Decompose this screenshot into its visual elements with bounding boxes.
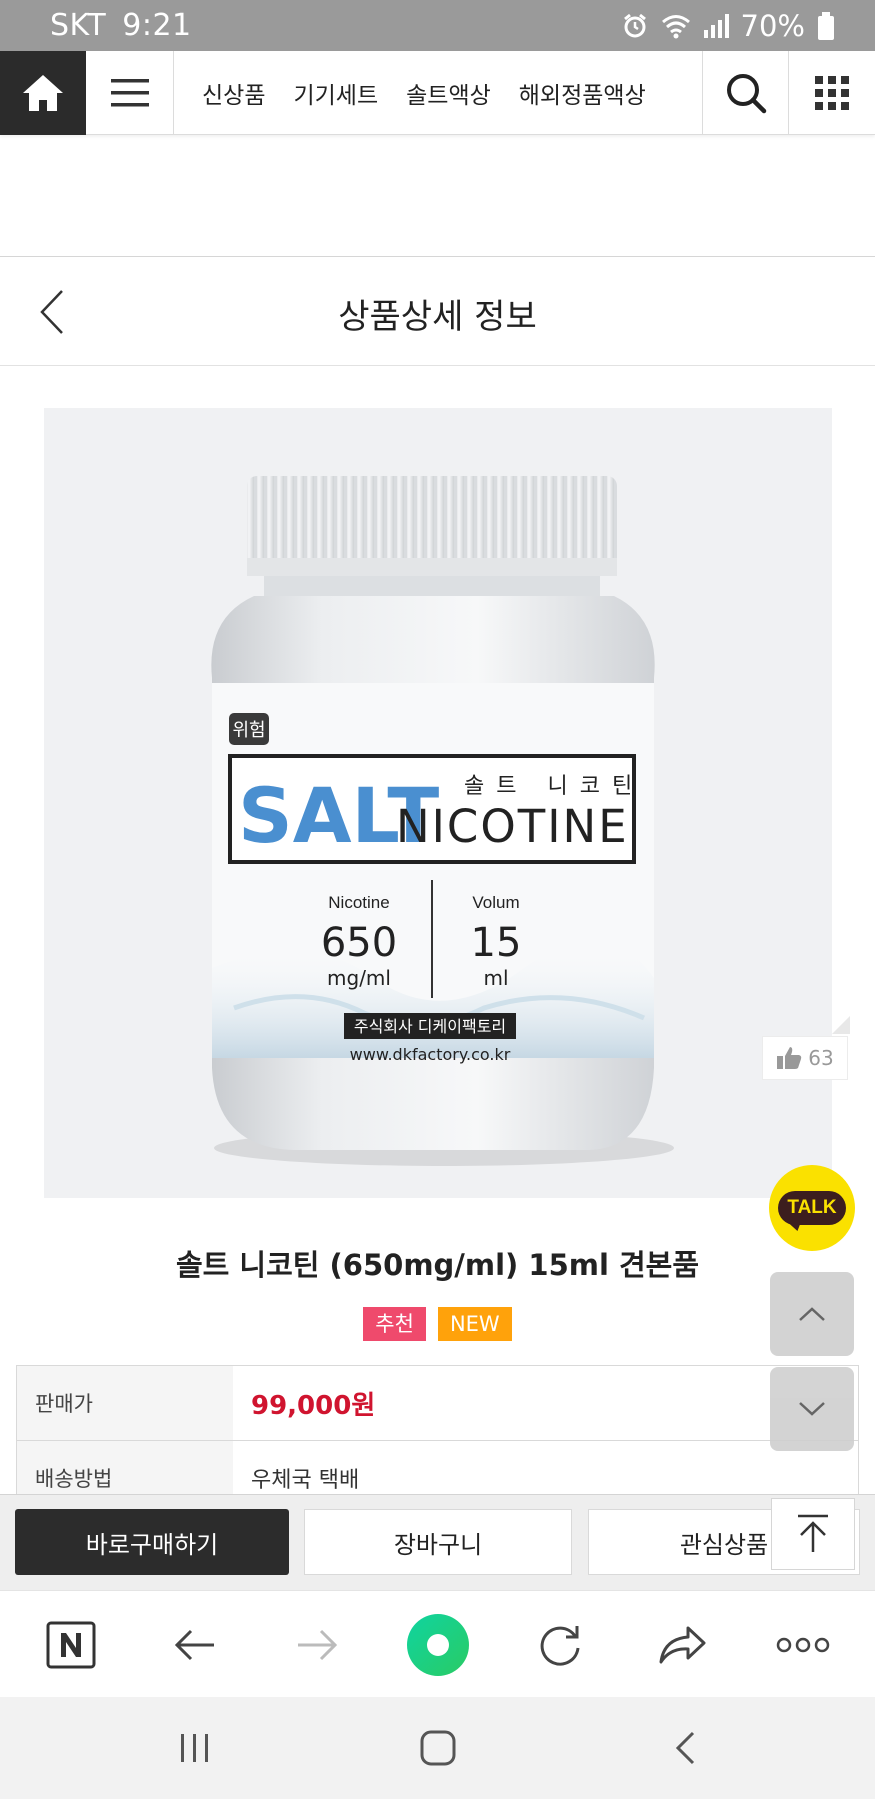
carrier-label: SKT — [50, 8, 107, 43]
spec-right-label: Volum — [472, 893, 519, 912]
more-button[interactable] — [758, 1591, 848, 1698]
nav-item-salt-liquid[interactable]: 솔트액상 — [406, 76, 491, 110]
spec-left-value: 650 — [321, 920, 397, 966]
spec-left-unit: mg/ml — [327, 966, 391, 990]
search-button[interactable] — [702, 51, 788, 135]
clock: 9:21 — [122, 8, 192, 43]
back-chevron-icon — [675, 1731, 695, 1765]
back-system-button[interactable] — [640, 1697, 730, 1799]
more-icon — [776, 1637, 830, 1652]
like-button[interactable]: 63 — [762, 1036, 848, 1080]
browser-forward-button[interactable] — [272, 1591, 362, 1698]
forward-arrow-icon — [298, 1629, 338, 1660]
home-square-icon — [420, 1730, 456, 1766]
scroll-to-top-button[interactable] — [771, 1498, 855, 1570]
naver-n-icon — [46, 1621, 96, 1668]
kakao-talk-button[interactable]: TALK — [769, 1165, 855, 1251]
add-to-cart-button[interactable]: 장바구니 — [304, 1509, 572, 1575]
refresh-icon — [540, 1625, 580, 1666]
brand-korean: 솔트 니코틴 — [464, 774, 644, 799]
page-header: 상품상세 정보 — [0, 256, 875, 366]
battery-icon — [818, 12, 834, 40]
badge-recommend: 추천 — [363, 1307, 426, 1341]
product-bottle-illustration: 위험 SALT 솔트 니코틴 NICOTINE Nicotine 650 mg/… — [211, 476, 674, 1166]
browser-toolbar — [0, 1590, 875, 1697]
price-value: 99,000원 — [251, 1390, 376, 1421]
grid-icon — [815, 76, 849, 110]
purchase-action-bar: 바로구매하기 장바구니 관심상품 — [0, 1494, 875, 1590]
green-dot-button[interactable] — [393, 1591, 483, 1698]
talk-icon: TALK — [778, 1191, 846, 1225]
home-icon — [23, 75, 63, 111]
page-title: 상품상세 정보 — [338, 297, 537, 337]
spec-left-label: Nicotine — [328, 893, 389, 912]
status-carrier-time: SKT 9:21 — [50, 8, 192, 43]
recent-apps-button[interactable] — [150, 1697, 240, 1799]
price-label: 판매가 — [17, 1366, 233, 1440]
recent-apps-icon — [181, 1734, 208, 1762]
top-nav: 신상품 기기세트 솔트액상 해외정품액상 — [0, 51, 875, 135]
buy-now-button[interactable]: 바로구매하기 — [15, 1509, 289, 1575]
menu-button[interactable] — [86, 51, 174, 135]
product-image[interactable]: 위험 SALT 솔트 니코틴 NICOTINE Nicotine 650 mg/… — [44, 408, 832, 1198]
scroll-down-button[interactable] — [770, 1367, 854, 1451]
thumbs-up-icon — [777, 1047, 802, 1069]
share-button[interactable] — [637, 1591, 727, 1698]
badge-new: NEW — [437, 1307, 512, 1341]
refresh-button[interactable] — [515, 1591, 605, 1698]
back-arrow-icon — [174, 1629, 214, 1660]
scroll-up-button[interactable] — [770, 1272, 854, 1356]
arrow-to-top-icon — [798, 1514, 828, 1552]
status-icons: 70% — [621, 9, 835, 43]
category-nav: 신상품 기기세트 솔트액상 해외정품액상 — [174, 51, 702, 135]
nav-item-device-set[interactable]: 기기세트 — [293, 76, 378, 110]
company-label: 주식회사 디케이팩토리 — [354, 1017, 506, 1036]
naver-home-button[interactable] — [26, 1591, 116, 1698]
chevron-down-icon — [799, 1402, 825, 1416]
signal-icon — [703, 14, 729, 38]
price-value-cell: 99,000원 — [233, 1366, 858, 1440]
product-badges: 추천 NEW — [0, 1307, 875, 1341]
hazard-label: 위험 — [232, 720, 265, 741]
alarm-icon — [623, 13, 646, 38]
all-categories-button[interactable] — [788, 51, 875, 135]
home-system-button[interactable] — [393, 1697, 483, 1799]
wifi-icon — [661, 15, 690, 39]
like-count: 63 — [808, 1046, 834, 1070]
nav-item-new-products[interactable]: 신상품 — [202, 76, 265, 110]
search-icon — [726, 74, 766, 114]
like-corner-decoration — [832, 1016, 850, 1034]
status-bar: SKT 9:21 70% — [0, 0, 875, 51]
chevron-up-icon — [799, 1307, 825, 1321]
product-name: 솔트 니코틴 (650mg/ml) 15ml 견본품 — [175, 1248, 700, 1282]
brand-nicotine: NICOTINE — [396, 800, 629, 853]
battery-percent: 70% — [740, 9, 805, 43]
website-label: www.dkfactory.co.kr — [350, 1045, 511, 1064]
nav-item-overseas-liquid[interactable]: 해외정품액상 — [519, 76, 646, 110]
home-button[interactable] — [0, 51, 86, 135]
table-row: 판매가 99,000원 — [17, 1366, 858, 1441]
hamburger-menu-icon — [110, 79, 149, 107]
spec-right-value: 15 — [471, 920, 522, 966]
spec-right-unit: ml — [483, 966, 508, 990]
share-icon — [659, 1626, 706, 1663]
system-navigation-bar — [0, 1697, 875, 1799]
green-dot-icon — [407, 1613, 469, 1676]
browser-back-button[interactable] — [150, 1591, 240, 1698]
